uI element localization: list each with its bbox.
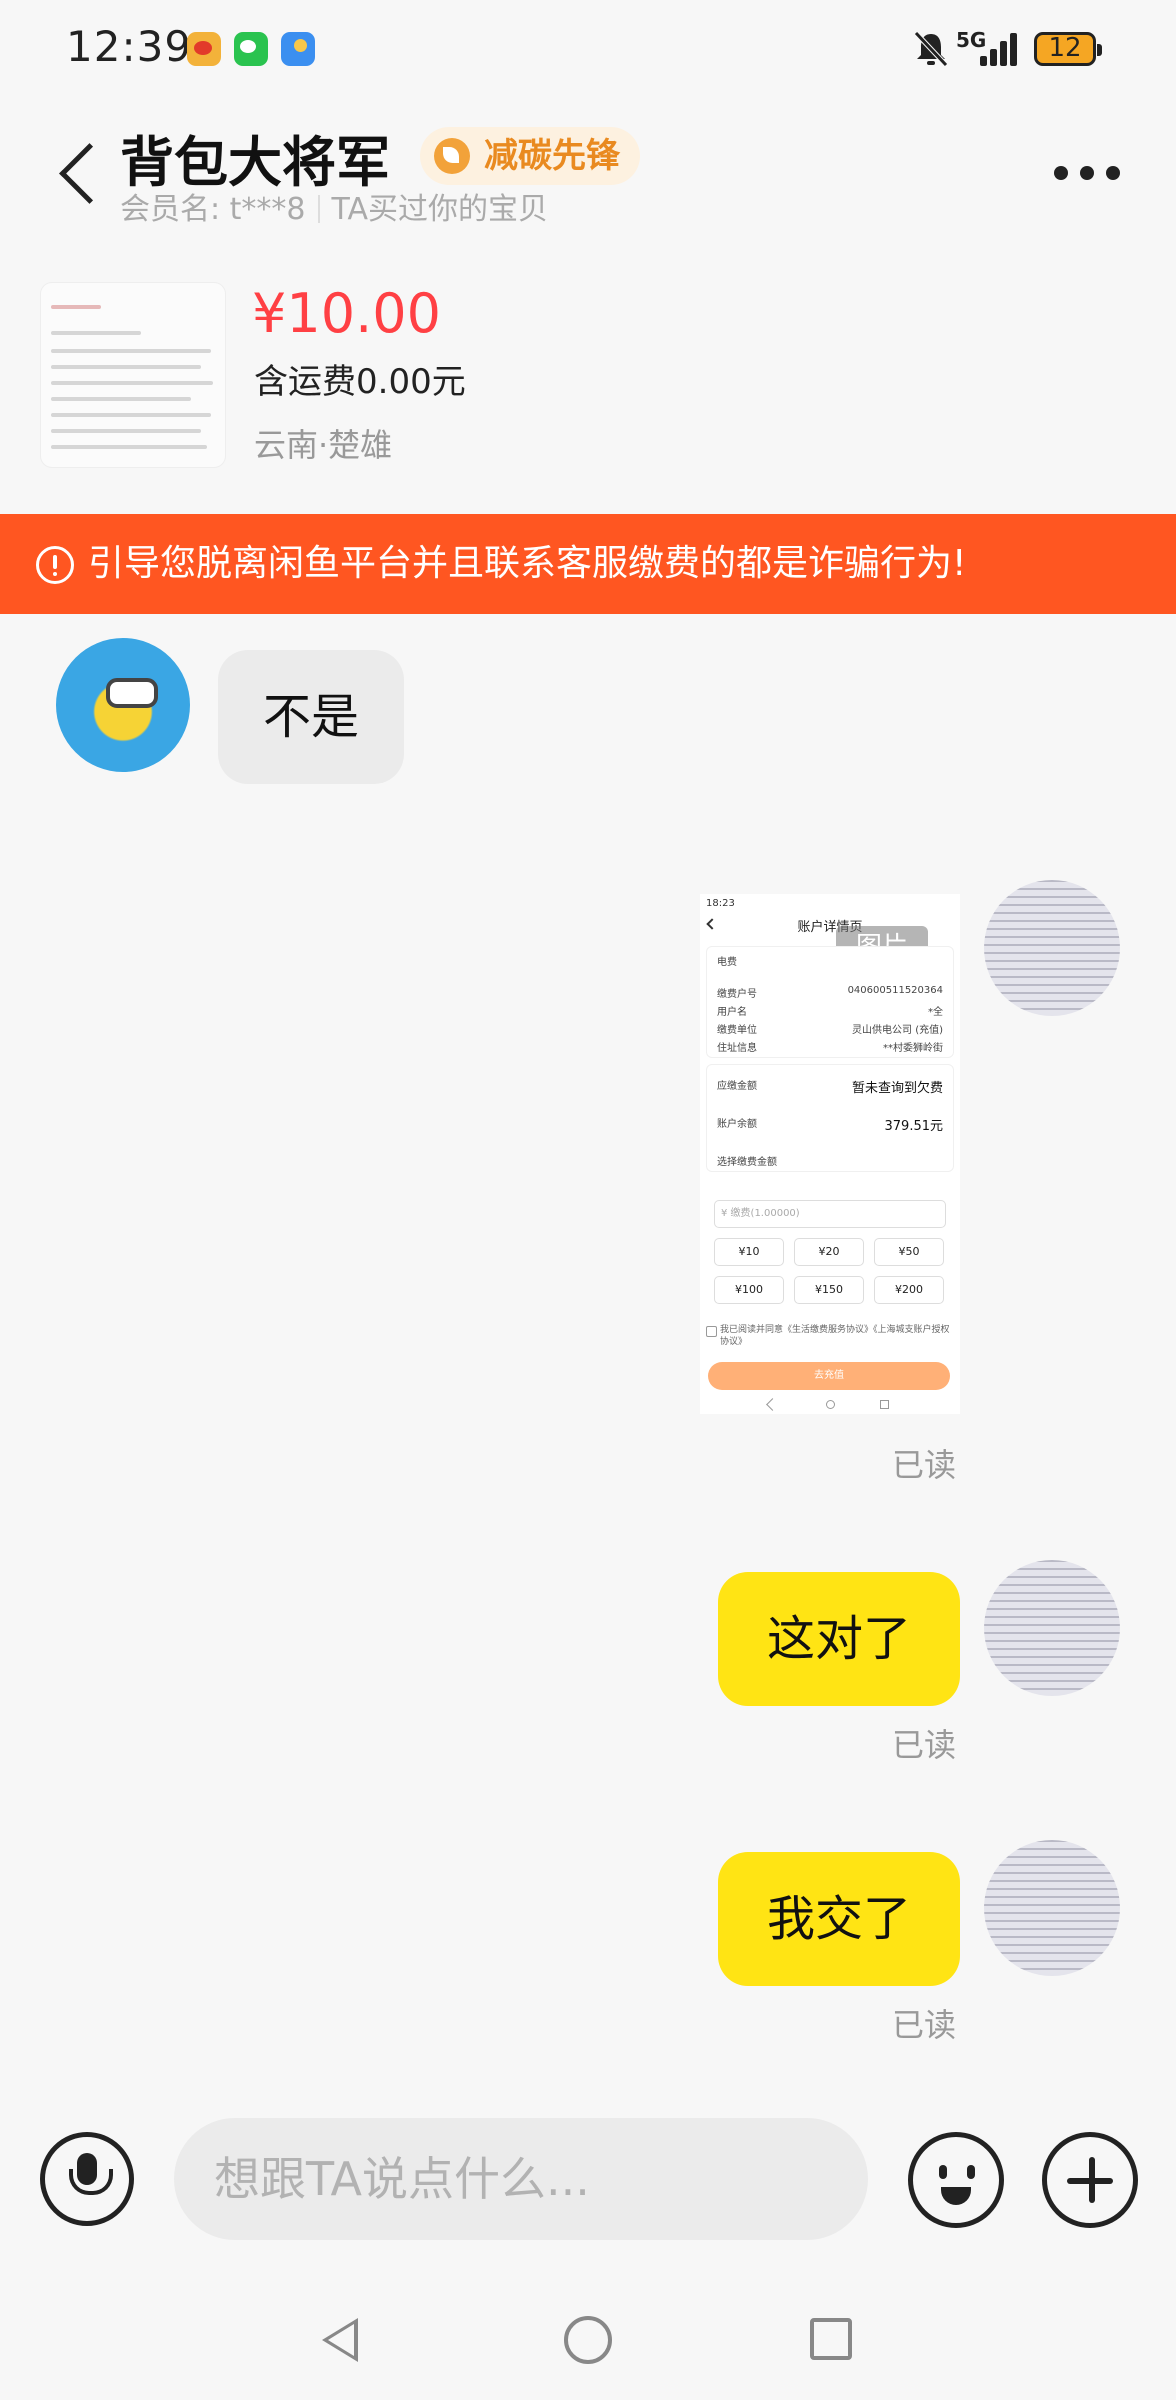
- emoji-button[interactable]: [908, 2132, 1004, 2228]
- image-amount-card: 应缴金额 暂未查询到欠费 账户余额 379.51元 选择缴费金额: [706, 1064, 954, 1172]
- my-avatar[interactable]: [984, 880, 1120, 1016]
- voice-input-button[interactable]: [40, 2132, 134, 2226]
- image-amount-option: ¥50: [874, 1238, 944, 1266]
- fraud-warning-banner: 引导您脱离闲鱼平台并且联系客服缴费的都是诈骗行为!: [0, 514, 1176, 614]
- battery-level: 12: [1048, 33, 1082, 63]
- badge-label: 减碳先锋: [484, 136, 620, 176]
- back-button[interactable]: [54, 138, 102, 208]
- message-bubble-sent[interactable]: 我交了: [718, 1852, 960, 1986]
- dot-icon: [1080, 166, 1094, 180]
- image-submit-button: 去充值: [708, 1362, 950, 1390]
- header-subtitle: 会员名: t***8 TA买过你的宝贝: [120, 184, 548, 228]
- product-shipping: 含运费0.00元: [254, 362, 466, 402]
- weather-icon: [281, 32, 315, 66]
- contact-avatar[interactable]: [56, 638, 190, 772]
- my-avatar[interactable]: [984, 1560, 1120, 1696]
- dot-icon: [1106, 166, 1120, 180]
- image-amount-option: ¥100: [714, 1276, 784, 1304]
- leaf-icon: [434, 138, 470, 174]
- more-actions-button[interactable]: [1042, 2132, 1138, 2228]
- image-amount-option: ¥20: [794, 1238, 864, 1266]
- image-row: 缴费户号 0406005115203​64: [717, 985, 943, 1000]
- message-bubble-received[interactable]: 不是: [218, 650, 404, 784]
- image-amount-option: ¥200: [874, 1276, 944, 1304]
- image-amount-option: ¥150: [794, 1276, 864, 1304]
- image-service-label: 电费: [717, 957, 737, 968]
- message-input[interactable]: [174, 2118, 868, 2240]
- product-location: 云南·楚雄: [254, 426, 393, 464]
- image-row: 住址信息 **村委狮岭街: [717, 1043, 943, 1054]
- more-options-button[interactable]: [1048, 158, 1128, 188]
- read-receipt: 已读: [892, 2006, 957, 2044]
- warning-icon: [36, 546, 74, 584]
- relation-text: TA买过你的宝贝: [331, 192, 549, 227]
- image-row: 缴费单位 灵山供电公司 (充值): [717, 1025, 943, 1036]
- image-message[interactable]: 18:23 账户详情页 图片 电费 缴费户号0406005115203​64 用…: [700, 894, 960, 1414]
- member-name: 会员名: t***8: [120, 192, 306, 227]
- weibo-icon: [187, 32, 221, 66]
- signal-icon: [980, 32, 1022, 66]
- system-recents-button[interactable]: [810, 2318, 852, 2360]
- read-receipt: 已读: [892, 1726, 957, 1764]
- read-receipt: 已读: [892, 1446, 957, 1484]
- image-info-card: 电费 缴费户号 0406005115203​64 用户名 *全 缴费单位 灵山供电公司…: [706, 946, 954, 1058]
- system-home-button[interactable]: [564, 2316, 612, 2364]
- product-thumbnail[interactable]: [40, 282, 226, 468]
- image-choose-label: 选择缴费金额: [717, 1157, 777, 1168]
- image-amount-input: ¥ 缴费(1.00000): [714, 1200, 946, 1228]
- my-avatar[interactable]: [984, 1840, 1120, 1976]
- wechat-icon: [234, 32, 268, 66]
- warning-text: 引导您脱离闲鱼平台并且联系客服缴费的都是诈骗行为!: [88, 543, 967, 584]
- image-balance-row: 账户余额 379.51元: [717, 1119, 943, 1134]
- message-bubble-sent[interactable]: 这对了: [718, 1572, 960, 1706]
- divider: [317, 195, 320, 223]
- image-status-time: 18:23: [706, 898, 735, 909]
- image-amount-option: ¥10: [714, 1238, 784, 1266]
- status-bar: 12:39 5G 12: [0, 0, 1176, 96]
- bell-muted-icon: [914, 31, 948, 67]
- battery-icon: 12: [1034, 32, 1102, 66]
- image-agreement: 我已阅读并同意《生活缴费服务协议》《上海城支账户授权协议》: [706, 1324, 954, 1348]
- status-time: 12:39: [66, 22, 193, 71]
- product-price[interactable]: ¥10.00: [252, 282, 441, 345]
- image-row: 用户名 *全: [717, 1007, 943, 1018]
- dot-icon: [1054, 166, 1068, 180]
- carbon-badge[interactable]: 减碳先锋: [420, 127, 640, 185]
- system-back-button[interactable]: [322, 2318, 358, 2362]
- image-due-row: 应缴金额 暂未查询到欠费: [717, 1081, 943, 1096]
- image-nav-bar: [700, 1398, 960, 1414]
